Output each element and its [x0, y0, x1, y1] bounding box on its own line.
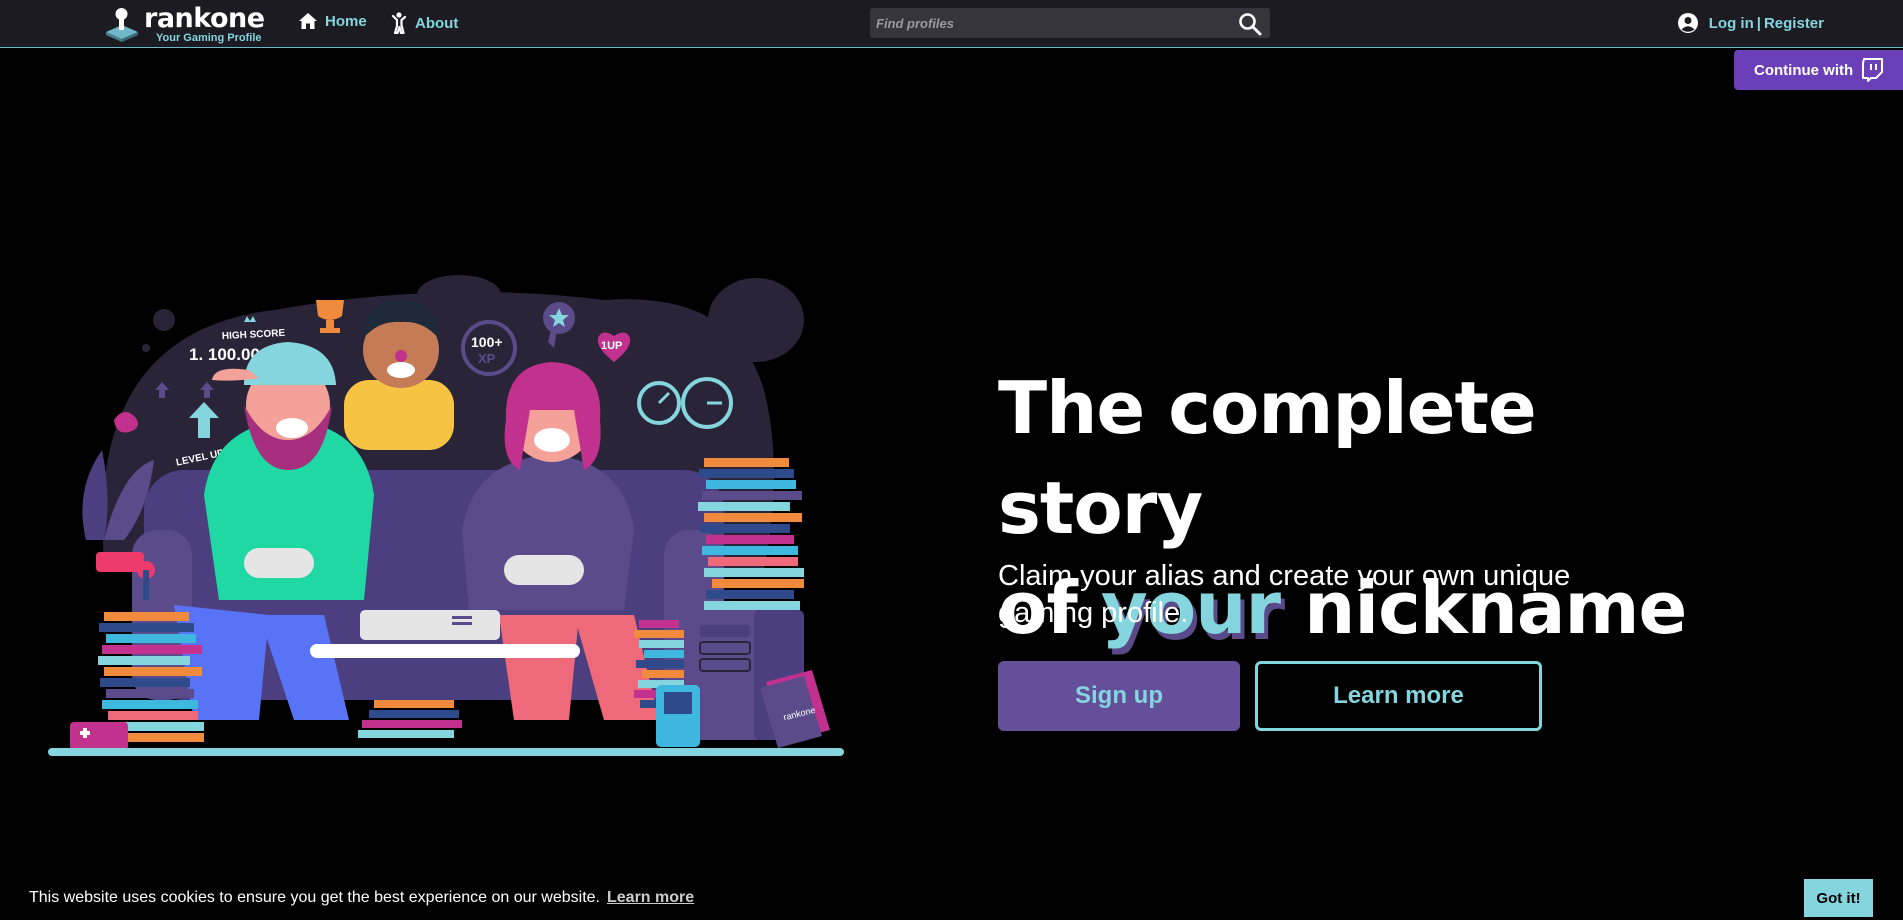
sign-up-button[interactable]: Sign up [998, 661, 1240, 731]
twitch-login-button[interactable]: Continue with [1734, 50, 1903, 90]
book-stack-center [358, 700, 462, 738]
xp-badge-bottom: XP [478, 351, 496, 366]
xp-badge-top: 100+ [471, 334, 503, 350]
hero-title-line1: The complete story [998, 366, 1537, 550]
search-input[interactable] [870, 8, 1270, 38]
search-box [870, 8, 1270, 38]
home-icon [299, 13, 317, 29]
cookie-learn-more-link[interactable]: Learn more [607, 889, 694, 907]
auth-separator: | [1756, 14, 1761, 32]
learn-more-button[interactable]: Learn more [1255, 661, 1542, 731]
oneup-text: 1UP [601, 340, 622, 352]
user-circle-icon [1677, 13, 1698, 33]
twitch-button-label: Continue with [1754, 61, 1854, 79]
cookie-banner: This website uses cookies to ensure you … [0, 878, 1903, 920]
hero-subtitle: Claim your alias and create your own uni… [998, 560, 1571, 629]
gamers-illustration: HIGH SCORE 1. 100.000.000 100+ XP 1UP LE… [44, 270, 846, 760]
nav-about-link[interactable]: About [390, 12, 458, 34]
cookie-message: This website uses cookies to ensure you … [29, 889, 600, 906]
nav-home-link[interactable]: Home [298, 12, 367, 30]
brand-tagline: Your Gaming Profile [156, 31, 262, 44]
search-icon[interactable] [1238, 12, 1262, 36]
person-icon [391, 12, 407, 34]
login-link[interactable]: Log in [1709, 15, 1754, 32]
auth-links: Log in | Register [1677, 12, 1824, 34]
navbar: rankone Your Gaming Profile Home About L… [0, 0, 1903, 48]
logo[interactable]: rankone Your Gaming Profile [104, 4, 265, 44]
cookie-accept-button[interactable]: Got it! [1804, 879, 1873, 917]
brand-name: rankone [144, 2, 265, 34]
twitch-icon [1862, 58, 1884, 82]
nav-home-label: Home [325, 12, 367, 30]
nav-about-label: About [415, 14, 459, 32]
joystick-logo-icon [104, 6, 140, 42]
register-link[interactable]: Register [1764, 15, 1824, 32]
